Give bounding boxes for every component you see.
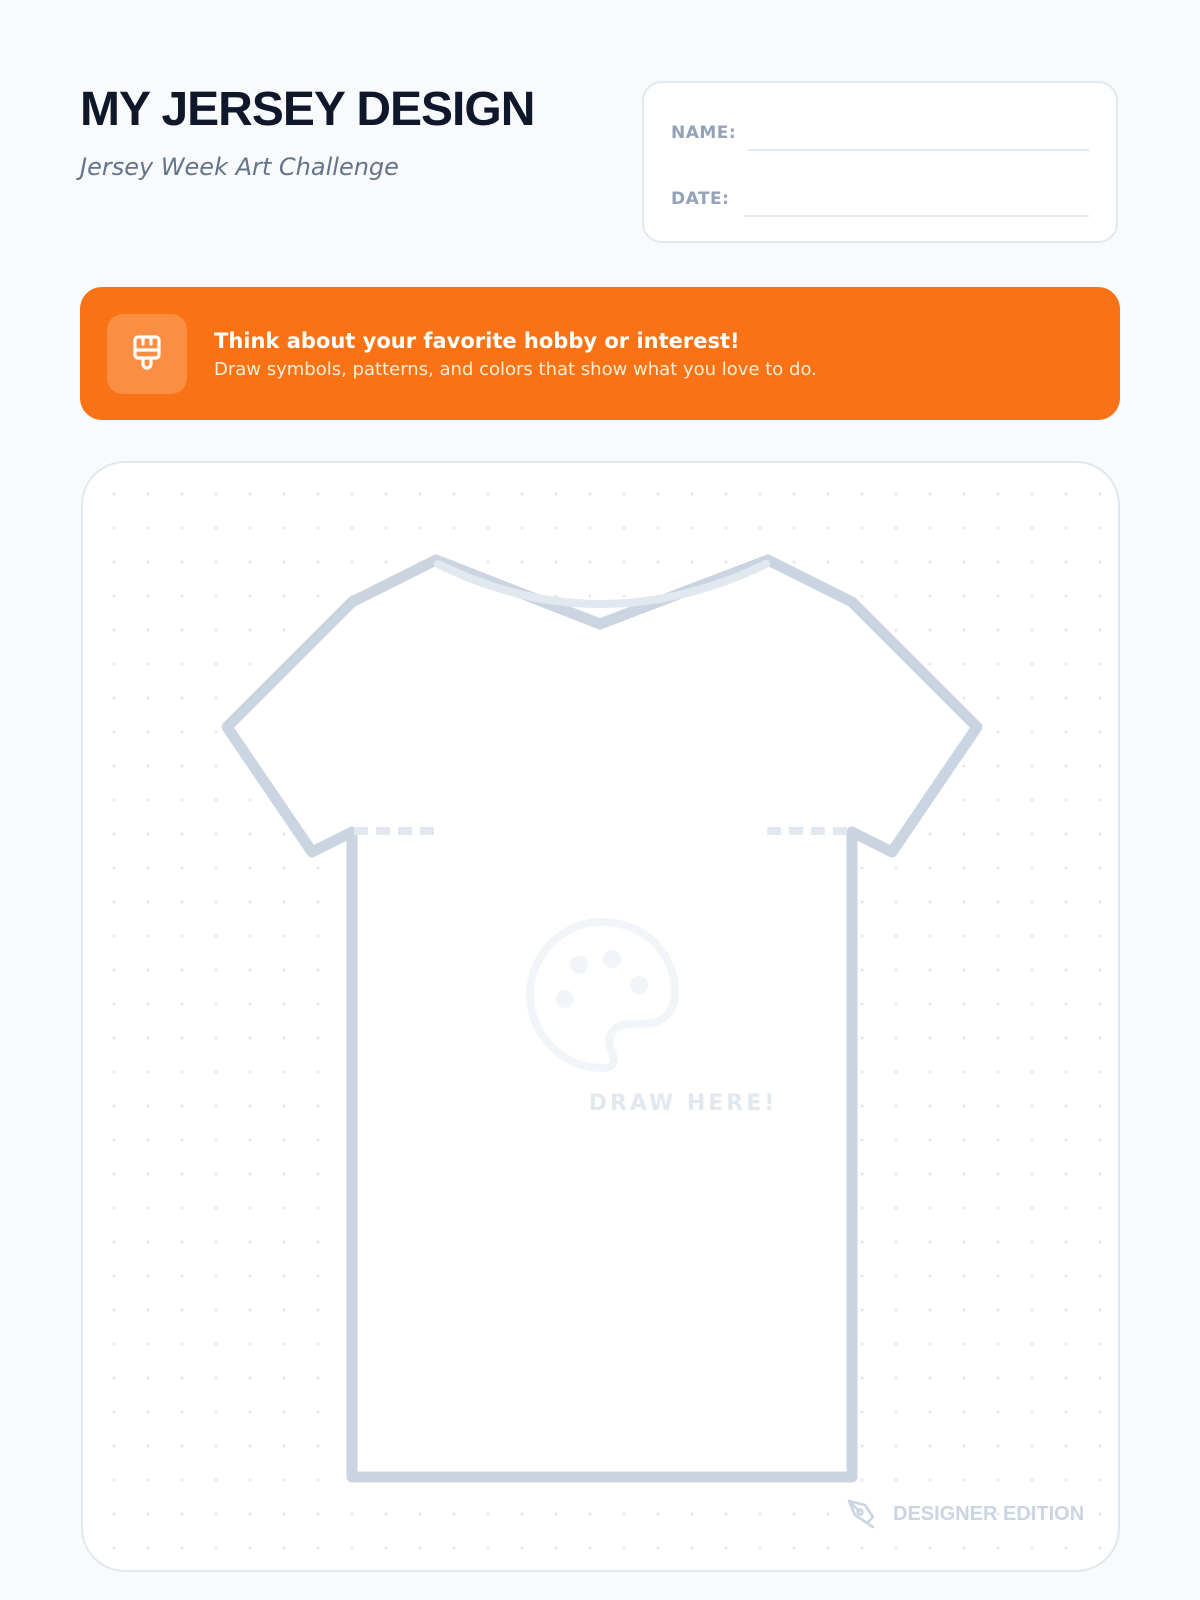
date-field[interactable] [744,215,1089,217]
draw-here-placeholder: DRAW HERE! [588,1091,778,1116]
edition-label: DESIGNER EDITION [893,1502,1085,1525]
prompt-body: Draw symbols, patterns, and colors that … [214,359,817,380]
name-date-card: NAME: DATE: [642,81,1118,243]
jersey-outline [221,554,983,1483]
drawing-canvas[interactable]: DRAW HERE! [81,461,1120,1572]
designer-edition: DESIGNER EDITION [845,1495,1084,1533]
date-label: DATE: [671,189,730,209]
pen-tool-icon [845,1495,879,1533]
prompt-heading: Think about your favorite hobby or inter… [214,329,740,353]
page-title: MY JERSEY DESIGN [80,83,535,136]
name-label: NAME: [671,123,737,143]
paintbrush-icon [107,314,187,394]
name-field[interactable] [748,149,1089,151]
prompt-banner: Think about your favorite hobby or inter… [80,287,1120,420]
page-subtitle: Jersey Week Art Challenge [80,153,399,181]
